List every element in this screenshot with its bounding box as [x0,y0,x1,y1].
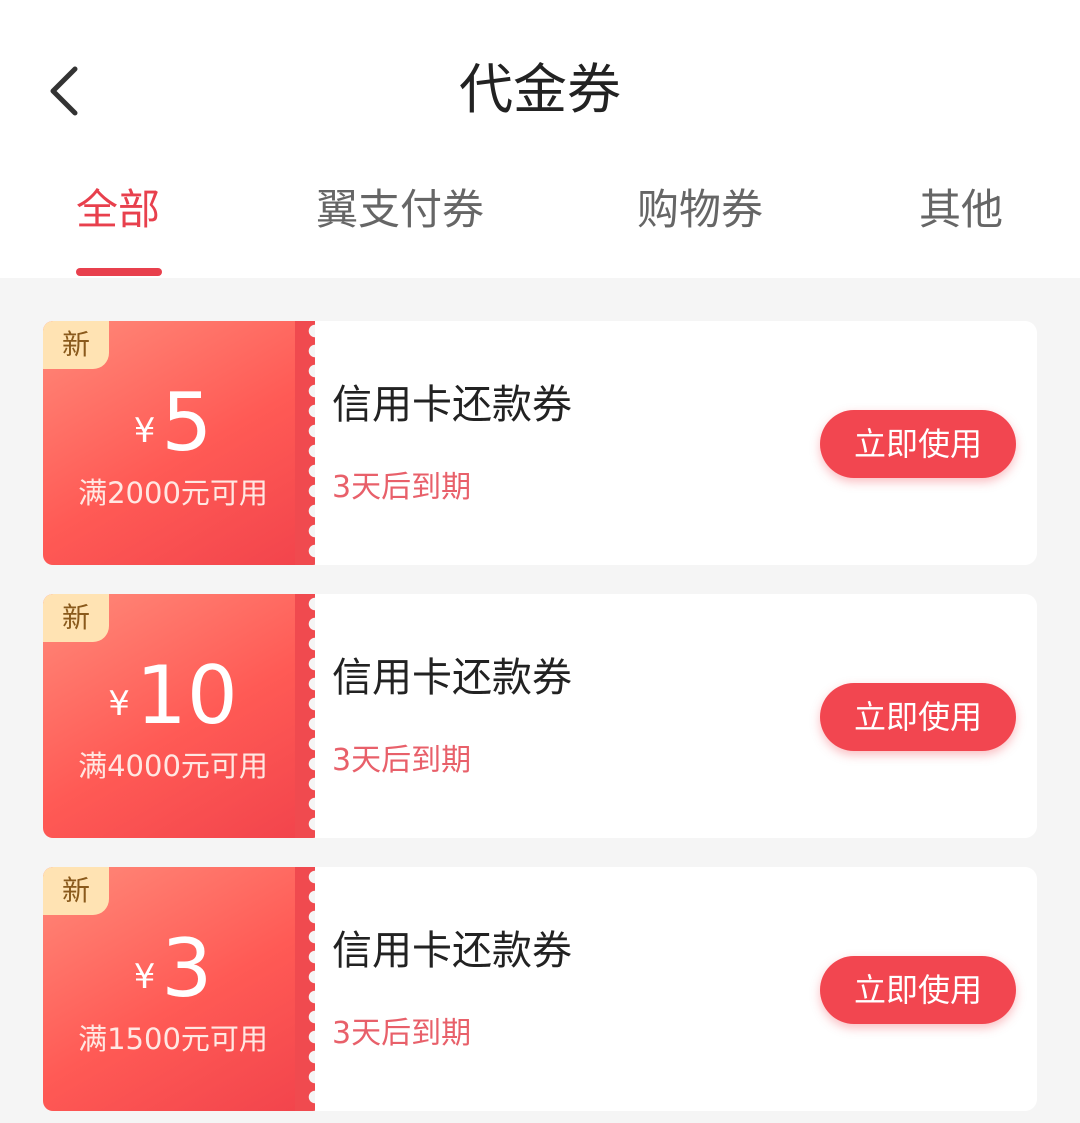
usage-condition: 满4000元可用 [78,749,268,783]
coupon-name: 信用卡还款券 [332,382,572,428]
currency-symbol: ¥ [133,957,156,997]
usage-condition: 满1500元可用 [78,1022,268,1056]
coupon-card[interactable]: 新 ¥10 满4000元可用 信用卡还款券 3天后到期 立即使用 [43,594,1037,838]
currency-symbol: ¥ [108,684,130,724]
new-badge: 新 [43,867,109,915]
coupon-amount: ¥3 [43,919,303,1019]
coupon-info-panel: 信用卡还款券 3天后到期 立即使用 [315,594,1037,838]
amount-value: 10 [135,649,238,742]
perforated-edge [295,867,315,1111]
use-now-button[interactable]: 立即使用 [820,410,1016,478]
coupon-card[interactable]: 新 ¥5 满2000元可用 信用卡还款券 3天后到期 立即使用 [43,321,1037,565]
usage-condition: 满2000元可用 [78,476,268,510]
tab-bar: 全部 翼支付券 购物券 其他 [0,170,1080,278]
tab-all[interactable]: 全部 [76,180,160,240]
tab-shopping-coupons[interactable]: 购物券 [637,180,763,240]
currency-symbol: ¥ [133,411,156,451]
coupon-expiry: 3天后到期 [332,743,472,778]
active-tab-indicator [76,268,162,276]
coupon-value-panel: 新 ¥3 满1500元可用 [43,867,303,1111]
coupon-name: 信用卡还款券 [332,928,572,974]
coupon-expiry: 3天后到期 [332,1016,472,1051]
perforated-edge [295,594,315,838]
voucher-page: 代金券 全部 翼支付券 购物券 其他 新 ¥5 满2000元可用 信用卡还款券 … [0,0,1080,1123]
use-now-button[interactable]: 立即使用 [820,956,1016,1024]
coupon-amount: ¥5 [43,373,303,473]
coupon-name: 信用卡还款券 [332,655,572,701]
coupon-expiry: 3天后到期 [332,470,472,505]
coupon-card[interactable]: 新 ¥3 满1500元可用 信用卡还款券 3天后到期 立即使用 [43,867,1037,1111]
coupon-value-panel: 新 ¥5 满2000元可用 [43,321,303,565]
use-now-button[interactable]: 立即使用 [820,683,1016,751]
coupon-info-panel: 信用卡还款券 3天后到期 立即使用 [315,321,1037,565]
tab-yizhifu-coupons[interactable]: 翼支付券 [316,180,484,240]
coupon-value-panel: 新 ¥10 满4000元可用 [43,594,303,838]
coupon-info-panel: 信用卡还款券 3天后到期 立即使用 [315,867,1037,1111]
page-title: 代金券 [459,58,621,121]
tab-other[interactable]: 其他 [919,180,1003,240]
perforated-edge [295,321,315,565]
new-badge: 新 [43,321,109,369]
new-badge: 新 [43,594,109,642]
amount-value: 3 [161,922,213,1015]
amount-value: 5 [161,376,213,469]
header: 代金券 全部 翼支付券 购物券 其他 [0,0,1080,278]
coupon-amount: ¥10 [43,646,303,746]
